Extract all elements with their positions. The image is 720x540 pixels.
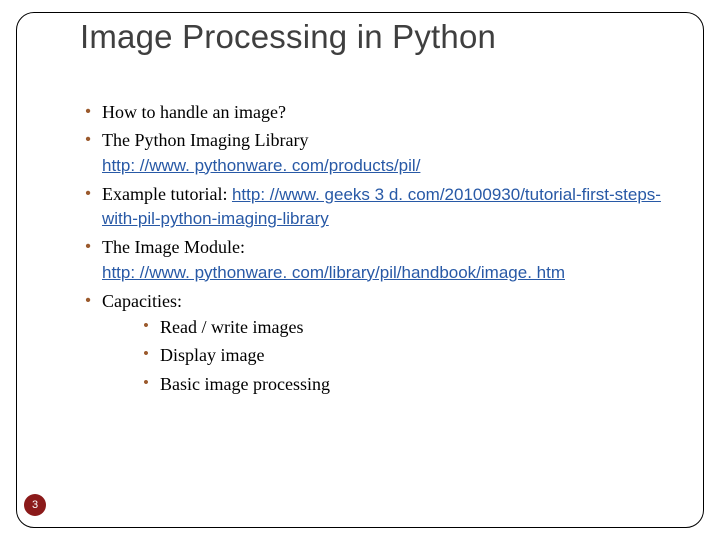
bullet-item: • Example tutorial: http: //www. geeks 3… [74,182,690,232]
bullet-text: The Python Imaging Library http: //www. … [102,128,690,177]
text-span: Capacities: [102,291,182,311]
bullet-text: Capacities: • Read / write images • Disp… [102,289,690,400]
bullet-item: • The Image Module: http: //www. pythonw… [74,235,690,284]
bullet-text: Example tutorial: http: //www. geeks 3 d… [102,182,690,232]
sub-bullet-text: Basic image processing [160,372,690,396]
sub-bullet-text: Display image [160,343,690,367]
bullet-icon: • [74,182,102,206]
bullet-icon: • [132,343,160,366]
bullet-text: The Image Module: http: //www. pythonwar… [102,235,690,284]
bullet-icon: • [132,315,160,338]
sub-bullet-item: • Display image [132,343,690,367]
text-span: The Image Module: [102,237,245,257]
bullet-icon: • [74,100,102,124]
link-pythonware-handbook[interactable]: http: //www. pythonware. com/library/pil… [102,263,565,282]
slide: Image Processing in Python • How to hand… [0,0,720,540]
bullet-item: • How to handle an image? [74,100,690,124]
text-span: Example tutorial: [102,184,232,204]
bullet-item: • The Python Imaging Library http: //www… [74,128,690,177]
bullet-item: • Capacities: • Read / write images • Di… [74,289,690,400]
sub-bullet-list: • Read / write images • Display image • … [132,315,690,396]
bullet-icon: • [74,289,102,313]
sub-bullet-text: Read / write images [160,315,690,339]
bullet-icon: • [74,128,102,152]
bullet-icon: • [74,235,102,259]
slide-content: • How to handle an image? • The Python I… [74,100,690,404]
text-span: The Python Imaging Library [102,130,308,150]
bullet-text: How to handle an image? [102,100,690,124]
bullet-icon: • [132,372,160,395]
page-number-badge: 3 [24,494,46,516]
slide-title: Image Processing in Python [80,18,496,56]
link-pythonware-pil[interactable]: http: //www. pythonware. com/products/pi… [102,156,420,175]
sub-bullet-item: • Read / write images [132,315,690,339]
sub-bullet-item: • Basic image processing [132,372,690,396]
